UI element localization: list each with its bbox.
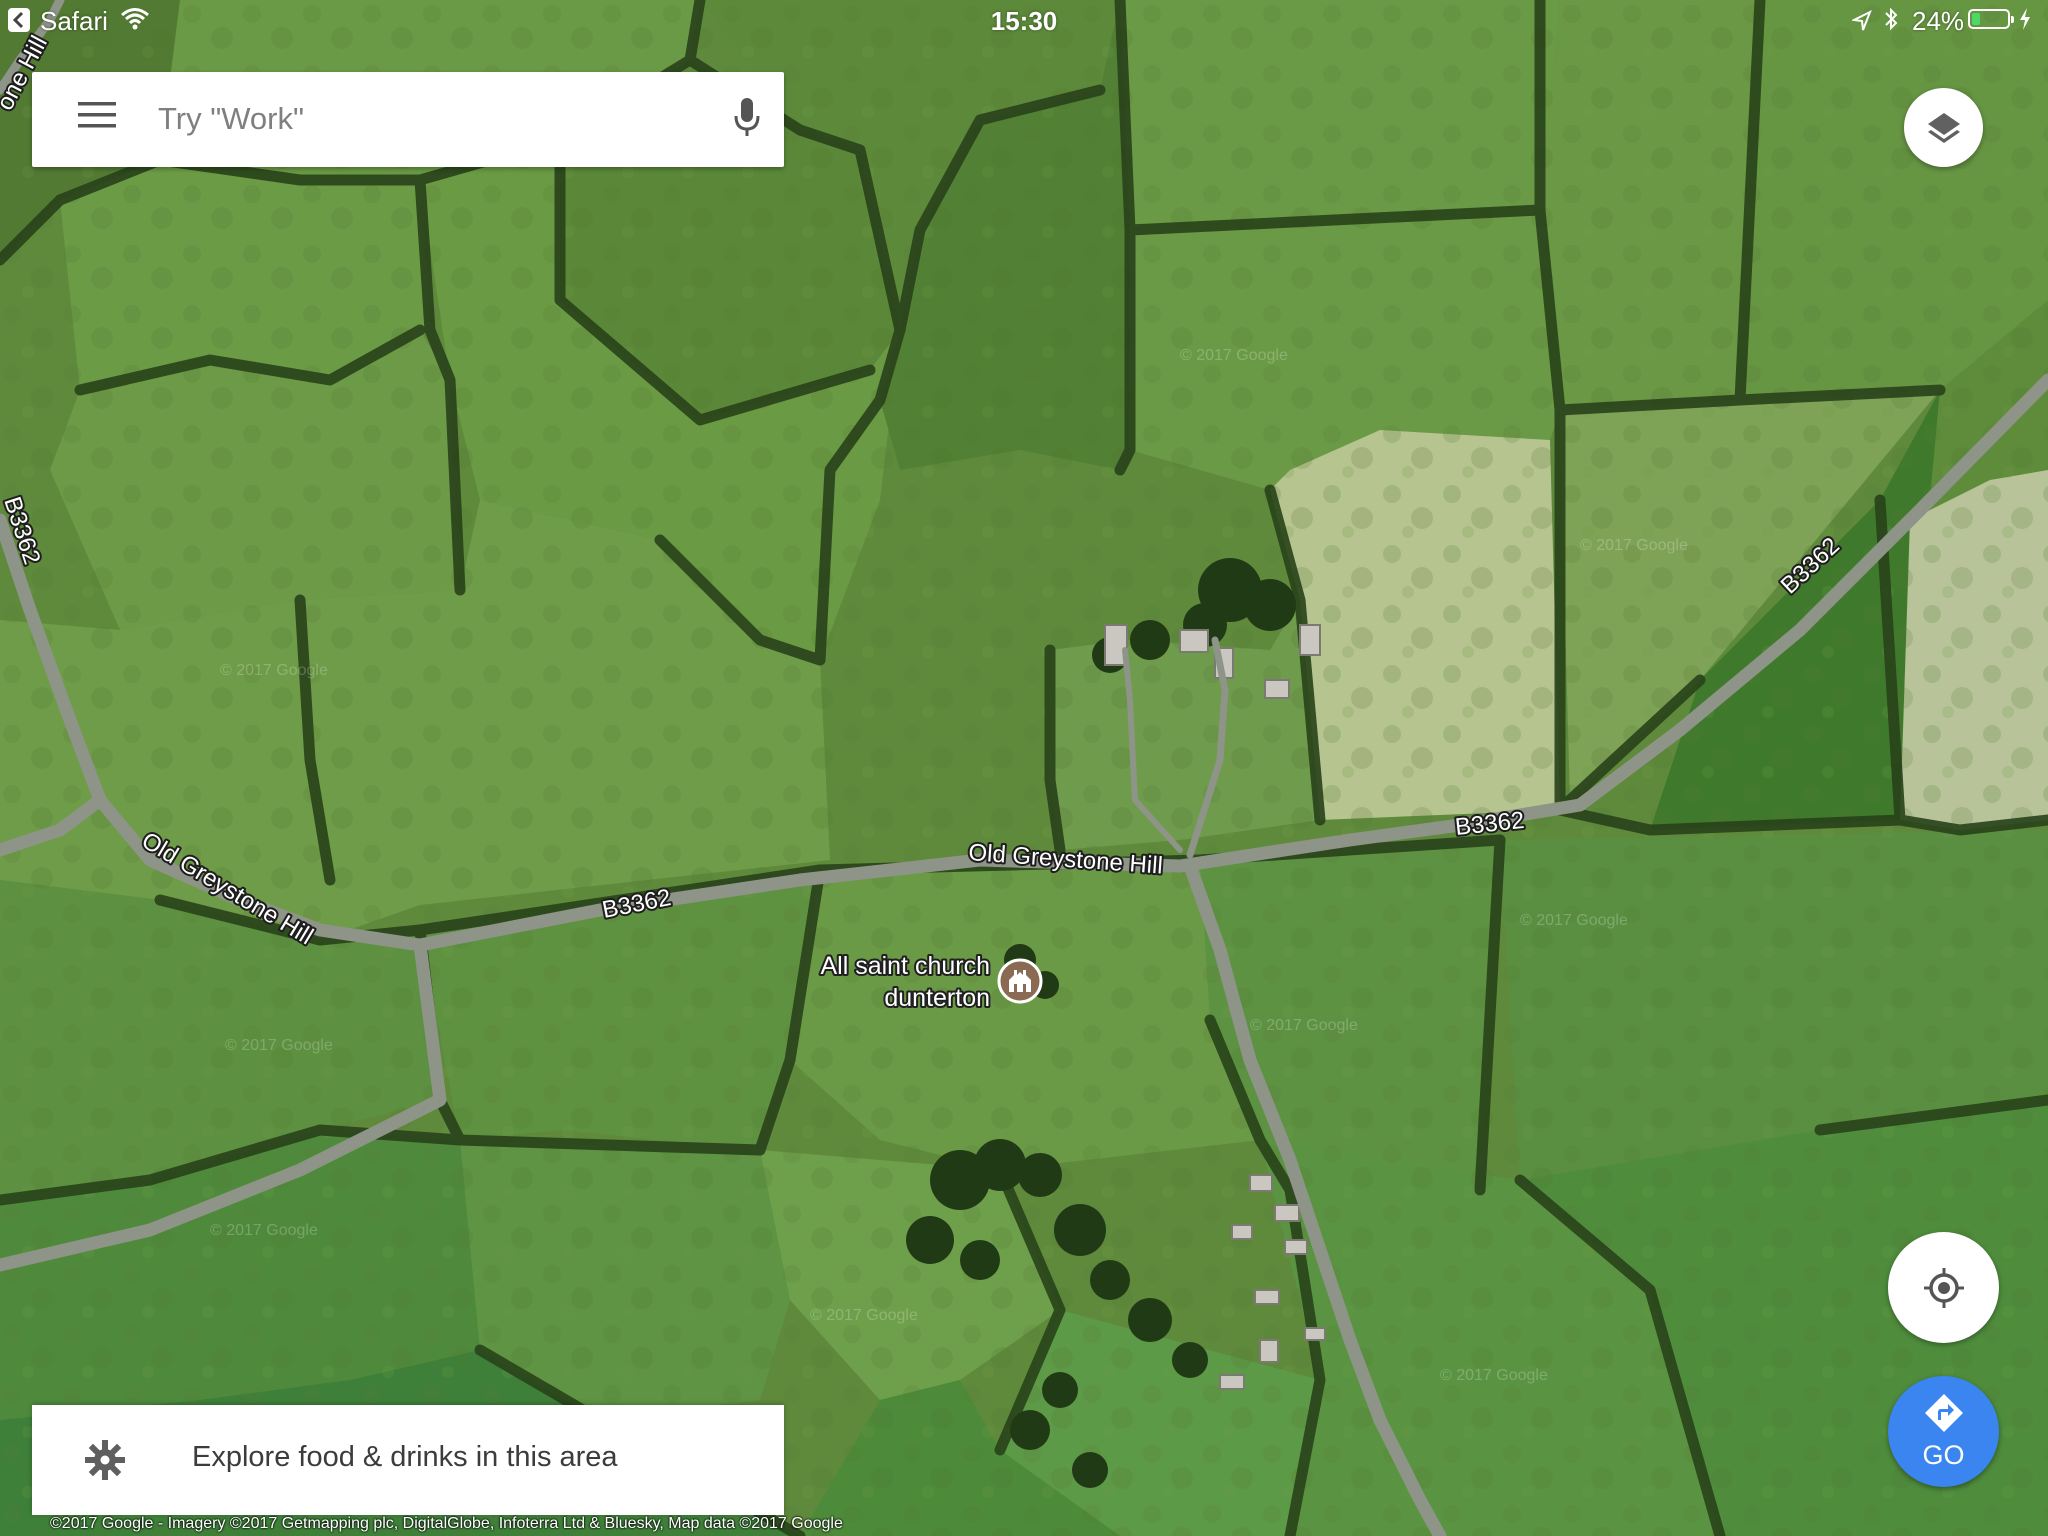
layers-button[interactable]	[1904, 88, 1983, 167]
poi-label-line1: All saint church	[820, 952, 990, 980]
go-directions-button[interactable]: GO	[1888, 1376, 1999, 1487]
watermark: © 2017 Google	[1520, 912, 1628, 929]
search-input[interactable]	[158, 94, 698, 144]
charging-bolt-icon	[2018, 6, 2032, 39]
battery-percent: 24%	[1912, 6, 1965, 36]
watermark: © 2017 Google	[225, 1037, 333, 1054]
explore-gear-icon	[82, 1437, 128, 1483]
microphone-icon[interactable]	[732, 96, 778, 144]
watermark: © 2017 Google	[810, 1307, 918, 1324]
status-time: 15:30	[990, 6, 1058, 36]
explore-label: Explore food & drinks in this area	[192, 1441, 618, 1473]
watermark: © 2017 Google	[1440, 1367, 1548, 1384]
watermark: © 2017 Google	[1180, 347, 1288, 364]
poi-label-line2: dunterton	[884, 984, 990, 1012]
bluetooth-icon	[1882, 6, 1900, 39]
battery-level	[1972, 13, 1980, 25]
explore-card[interactable]: Explore food & drinks in this area	[32, 1405, 784, 1515]
watermark: © 2017 Google	[1580, 537, 1688, 554]
battery-icon	[1968, 9, 2014, 29]
watermark: © 2017 Google	[1250, 1017, 1358, 1034]
location-arrow-icon	[1850, 8, 1872, 39]
go-label: GO	[1922, 1440, 1965, 1470]
church-icon[interactable]	[997, 958, 1043, 1004]
satellite-map[interactable]: © 2017 Google © 2017 Google © 2017 Googl…	[0, 0, 2048, 1536]
battery-tip	[2011, 16, 2014, 23]
map-attribution[interactable]: ©2017 Google - Imagery ©2017 Getmapping …	[50, 1515, 843, 1533]
watermark: © 2017 Google	[220, 662, 328, 679]
my-location-button[interactable]	[1888, 1232, 1999, 1343]
watermark: © 2017 Google	[210, 1222, 318, 1239]
search-box[interactable]	[32, 72, 784, 167]
status-bar: Safari 15:30 24%	[0, 0, 2048, 40]
hamburger-menu-icon[interactable]	[78, 100, 128, 140]
